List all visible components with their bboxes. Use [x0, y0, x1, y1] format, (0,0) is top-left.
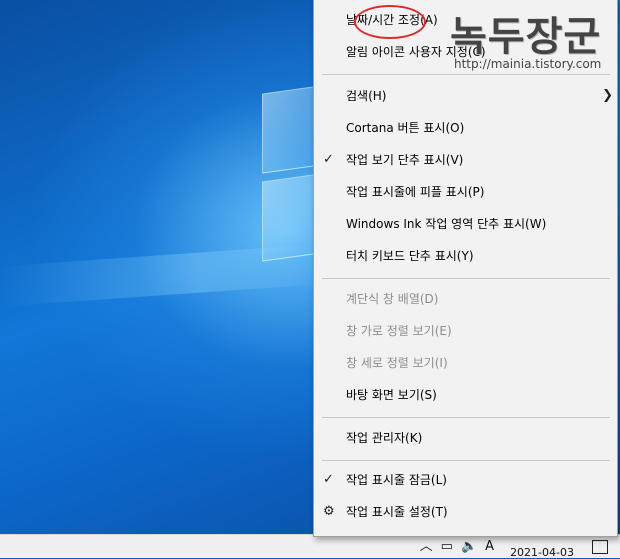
gear-icon: ⚙	[323, 504, 335, 519]
volume-icon[interactable]: 🔈	[461, 535, 477, 558]
network-icon[interactable]: ▭	[441, 535, 453, 558]
menu-separator	[322, 278, 610, 279]
menu-separator	[322, 74, 610, 75]
menu-item-search[interactable]: 검색(H) ❯	[314, 81, 617, 111]
windows-logo-pane-bottom	[262, 174, 314, 262]
watermark-url: http://mainia.tistory.com	[454, 57, 602, 71]
watermark-title: 녹두장군	[450, 14, 602, 60]
menu-item-lock-taskbar[interactable]: ✓ 작업 표시줄 잠금(L)	[314, 465, 617, 495]
menu-separator	[322, 417, 610, 418]
menu-item-side-by-side-windows[interactable]: 창 세로 정렬 보기(I)	[314, 348, 617, 378]
menu-item-show-task-view-button[interactable]: ✓ 작업 보기 단추 표시(V)	[314, 145, 617, 175]
checkmark-icon: ✓	[323, 472, 334, 487]
menu-item-taskbar-settings[interactable]: ⚙ 작업 표시줄 설정(T)	[314, 497, 617, 527]
menu-separator	[322, 460, 610, 461]
taskbar-context-menu: 날짜/시간 조정(A) 알림 아이콘 사용자 지정(C) 검색(H) ❯ Cor…	[313, 0, 618, 537]
menu-item-show-desktop[interactable]: 바탕 화면 보기(S)	[314, 380, 617, 410]
tray-date[interactable]: 2021-04-03	[510, 546, 574, 559]
menu-item-show-cortana-button[interactable]: Cortana 버튼 표시(O)	[314, 113, 617, 143]
system-tray: ︿ ▭ 🔈 A 2021-04-03	[420, 535, 608, 559]
red-highlight-circle	[354, 5, 426, 39]
menu-item-show-touch-keyboard[interactable]: 터치 키보드 단추 표시(Y)	[314, 241, 617, 271]
input-indicator[interactable]: A	[485, 535, 494, 558]
menu-item-show-windows-ink[interactable]: Windows Ink 작업 영역 단추 표시(W)	[314, 209, 617, 239]
notification-icon[interactable]	[592, 539, 608, 554]
chevron-right-icon: ❯	[602, 88, 613, 103]
menu-item-show-people[interactable]: 작업 표시줄에 피플 표시(P)	[314, 177, 617, 207]
taskbar: ︿ ▭ 🔈 A 2021-04-03	[0, 534, 620, 559]
checkmark-icon: ✓	[323, 152, 334, 167]
windows-logo-pane-top	[262, 86, 314, 174]
menu-item-task-manager[interactable]: 작업 관리자(K)	[314, 423, 617, 453]
chevron-up-icon[interactable]: ︿	[420, 535, 433, 558]
menu-item-cascade-windows[interactable]: 계단식 창 배열(D)	[314, 284, 617, 314]
menu-item-stack-windows[interactable]: 창 가로 정렬 보기(E)	[314, 316, 617, 346]
